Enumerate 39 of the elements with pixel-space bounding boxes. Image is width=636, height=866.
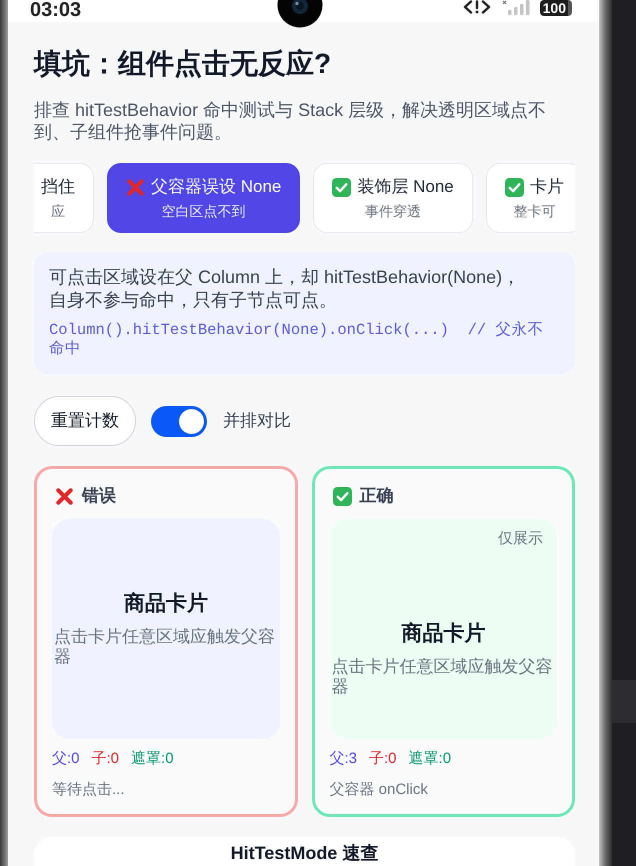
code-snippet: Column().hitTestBehavior(None).onClick(...) // 父永不命中 [49,321,544,358]
scenario-tab[interactable]: 卡片 整卡可 [486,163,575,233]
hit-counter: 子:0 [369,750,397,768]
cross-icon [126,178,145,196]
hit-counter: 父:3 [330,750,358,768]
toggle-label: 并排对比 [223,410,291,432]
check-icon [504,178,524,196]
check-icon [332,486,352,506]
scenario-tab[interactable]: 父容器误设 None 空白区点不到 [107,163,300,233]
product-card[interactable]: 仅展示 商品卡片 点击卡片任意区域应触发父容器 [330,519,557,739]
signal-icon [502,0,530,15]
card-tag: 仅展示 [498,519,557,549]
status-time: 03:03 [30,0,82,20]
reference-title: HitTestMode 速查 [230,843,380,863]
check-icon [332,178,352,196]
product-card[interactable]: 商品卡片 点击卡片任意区域应触发父容器 [52,519,280,739]
card-description: 点击卡片任意区域应触发父容器 [330,657,554,697]
page-description: 排查 hitTestBehavior 命中测试与 Stack 层级，解决透明区域点不到、子组件抢事件问题。 [34,99,548,143]
hit-counter: 遮罩:0 [131,750,174,768]
scenario-tab[interactable]: 装饰层 None 事件穿透 [313,163,473,233]
code-alert-icon [462,0,491,14]
camera-cutout [277,0,323,28]
compare-toggle[interactable] [151,406,207,436]
panel-title: 错误 [82,485,116,507]
scenario-tab[interactable]: 挡住 应 [34,163,94,233]
explanation-text: 可点击区域设在父 Column 上，却 hitTestBehavior(None)，自身不参与命中，只有子节点可点。 [49,266,522,312]
hit-counter: 遮罩:0 [408,750,452,768]
status-text: 等待点击... [52,781,126,799]
status-text: 父容器 onClick [330,781,429,799]
card-title: 商品卡片 [400,621,486,647]
hit-counter: 子:0 [92,750,120,768]
hit-counter: 父:0 [52,750,80,768]
panel-title: 正确 [360,485,394,507]
cross-icon [55,486,74,506]
card-description: 点击卡片任意区域应触发父容器 [53,627,276,667]
page-title: 填坑：组件点击无反应? [34,47,332,81]
battery-indicator: 100 [540,0,572,16]
card-title: 商品卡片 [122,591,209,617]
reset-button[interactable]: 重置计数 [34,396,136,446]
